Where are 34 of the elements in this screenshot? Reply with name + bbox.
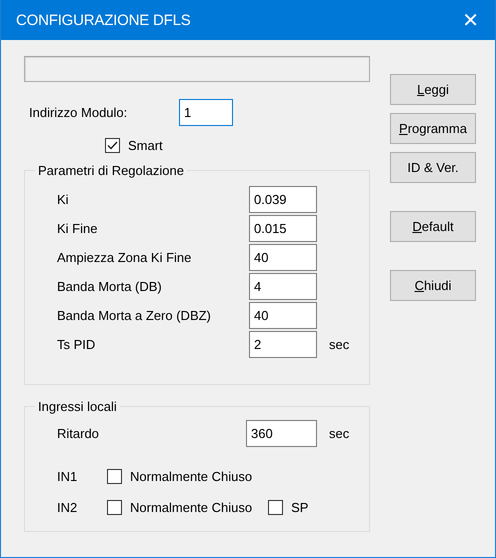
input-label: IN1 (57, 469, 78, 484)
smart-checkbox[interactable]: Smart (105, 138, 163, 153)
check-icon (107, 141, 118, 150)
option-checkbox[interactable]: Normalmente Chiuso (107, 469, 252, 484)
parameter-label: Ts PID (57, 337, 96, 352)
parameter-label: Ritardo (57, 426, 100, 441)
group-title: Ingressi locali (37, 399, 118, 414)
parameter-label: Banda Morta (DB) (57, 279, 163, 294)
parameter-field[interactable]: 2 (249, 331, 317, 358)
parameter-field[interactable]: 40 (249, 244, 317, 271)
dialog-button[interactable]: Default (390, 211, 476, 242)
dialog-button[interactable]: ID & Ver. (390, 152, 476, 183)
option-checkbox[interactable]: Normalmente Chiuso (107, 500, 252, 515)
address-field[interactable]: 1 (179, 99, 233, 126)
group-title: Parametri di Regolazione (37, 163, 185, 178)
dialog-button[interactable]: Leggi (390, 74, 476, 105)
parameter-field[interactable]: 0.039 (249, 186, 317, 213)
dialog-button[interactable]: Chiudi (390, 270, 476, 301)
unit-label: sec (328, 337, 350, 352)
parameter-field[interactable]: 0.015 (249, 215, 317, 242)
unit-label: sec (328, 426, 350, 441)
parameter-label: Ki (57, 192, 70, 207)
parameter-field[interactable]: 4 (249, 273, 317, 300)
parameter-field[interactable]: 40 (249, 302, 317, 329)
parameter-label: Ki Fine (57, 221, 98, 236)
option-checkbox[interactable]: SP (268, 500, 308, 515)
dialog-button[interactable]: Programma (390, 113, 476, 144)
parameter-label: Ampiezza Zona Ki Fine (57, 250, 192, 265)
parameter-label: Banda Morta a Zero (DBZ) (57, 308, 212, 323)
window-title: CONFIGURAZIONE DFLS (16, 12, 191, 28)
parameter-field[interactable]: 360 (246, 420, 317, 447)
input-label: IN2 (57, 500, 78, 515)
close-button[interactable]: ✕ (458, 8, 483, 32)
field-label: Indirizzo Modulo: (29, 105, 128, 120)
